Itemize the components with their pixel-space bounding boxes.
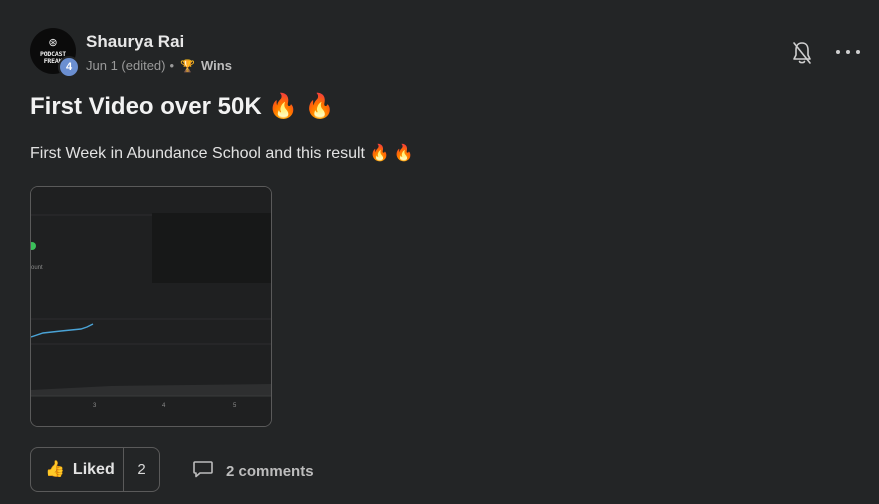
thumbs-up-icon: 👍 (45, 460, 65, 478)
level-badge: 4 (58, 56, 80, 78)
post-body: First Week in Abundance School and this … (30, 145, 414, 162)
like-label: Liked (72, 460, 115, 478)
analytics-chart-image: ount 3 4 5 (31, 187, 271, 426)
avatar-logo-icon: ⊛ (48, 36, 58, 49)
like-count[interactable]: 2 (124, 448, 159, 491)
author-name[interactable]: Shaurya Rai (86, 32, 184, 52)
more-dot (836, 50, 840, 54)
more-dot (856, 50, 860, 54)
author-avatar-wrap[interactable]: ⊛ PODCAST FREAK 4 (30, 28, 80, 78)
comments-button[interactable]: 2 comments (192, 459, 314, 484)
chart-label-fragment: ount (31, 265, 43, 271)
comments-label: 2 comments (226, 463, 314, 480)
trophy-icon: 🏆 (180, 58, 196, 73)
post-category[interactable]: Wins (201, 58, 232, 73)
post-card: ⊛ PODCAST FREAK 4 Shaurya Rai Jun 1 (edi… (0, 0, 879, 504)
like-button[interactable]: 👍 Liked 2 (30, 447, 160, 492)
post-title: First Video over 50K 🔥 🔥 (30, 93, 335, 120)
bell-off-icon[interactable] (791, 40, 813, 66)
post-meta: Jun 1 (edited) • 🏆 Wins (86, 58, 232, 73)
post-image-thumbnail[interactable]: ount 3 4 5 (30, 186, 272, 427)
comment-icon (192, 459, 214, 484)
post-date[interactable]: Jun 1 (edited) (86, 58, 166, 73)
meta-separator: • (169, 58, 175, 73)
more-dot (846, 50, 850, 54)
like-main[interactable]: 👍 Liked (31, 448, 124, 491)
more-options-button[interactable] (836, 44, 860, 60)
